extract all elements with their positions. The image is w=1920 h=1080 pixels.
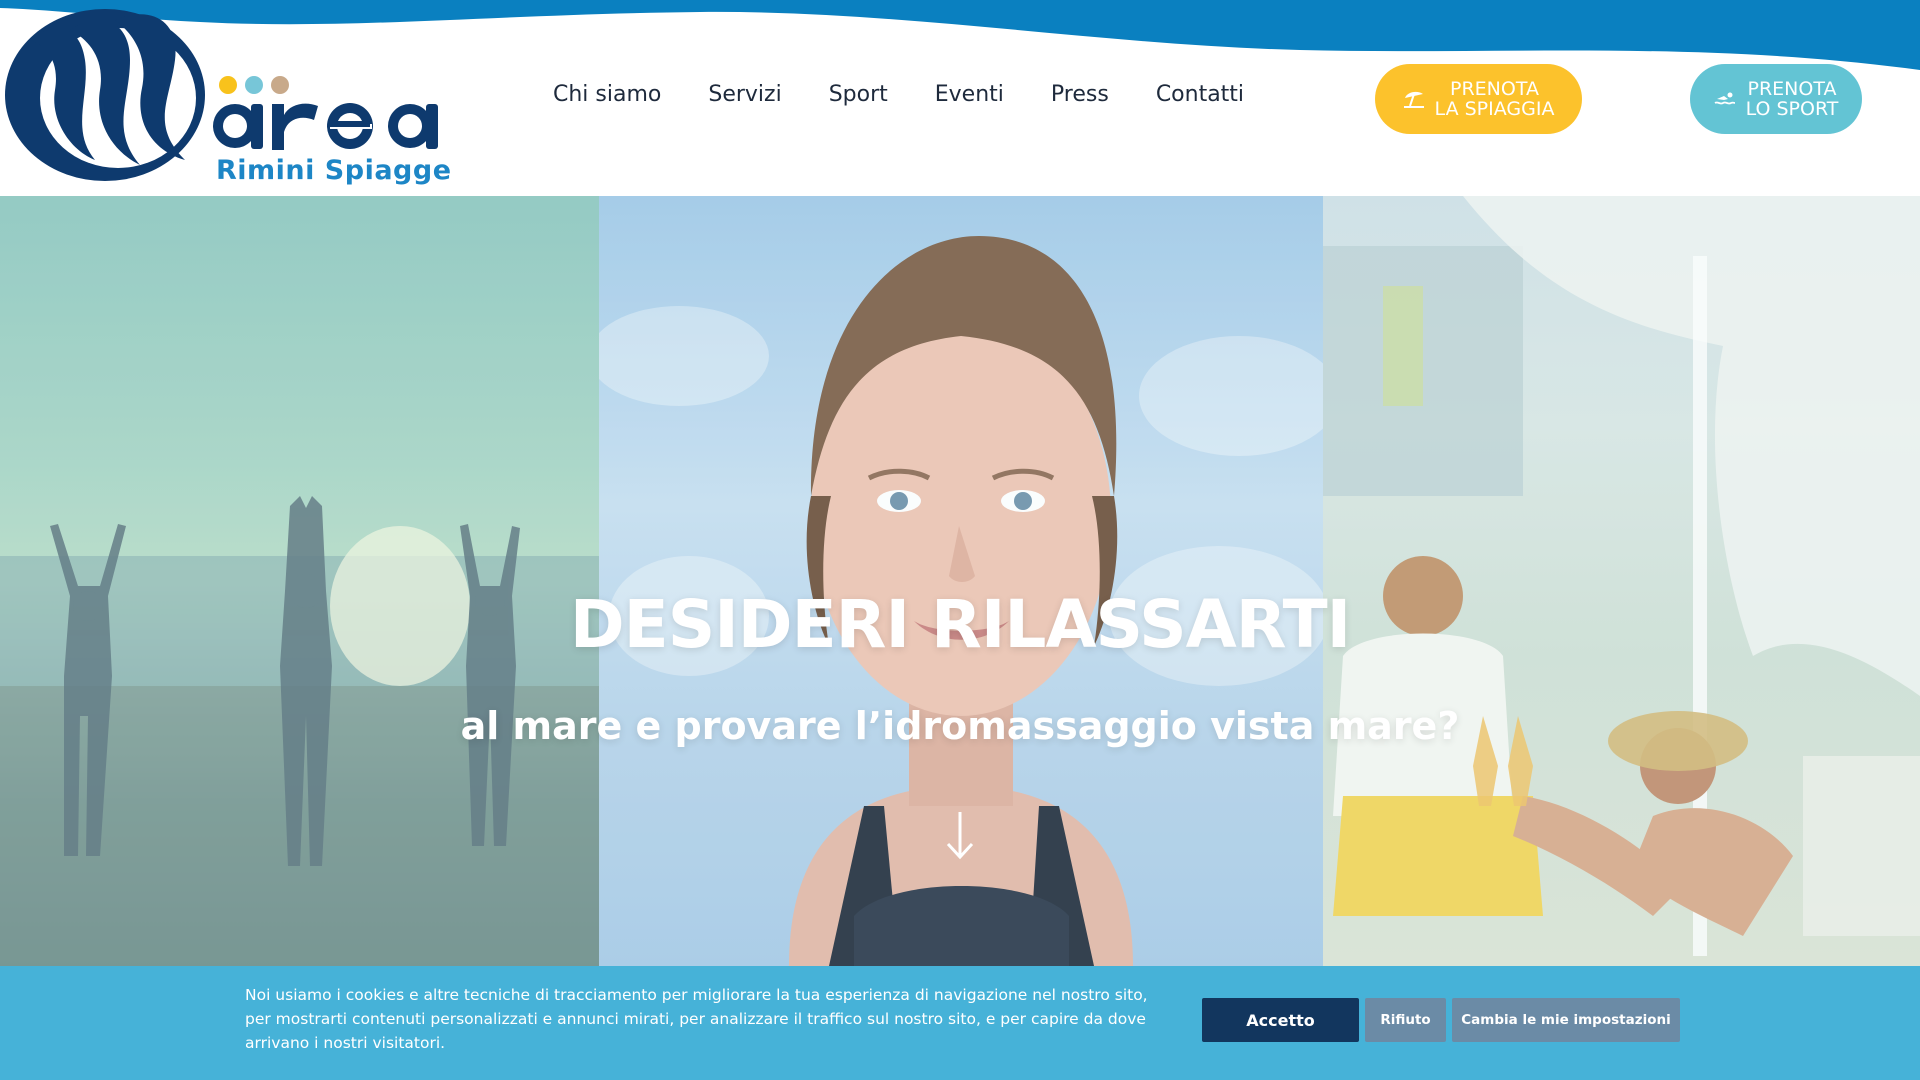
book-sport-button[interactable]: PRENOTA LO SPORT bbox=[1690, 64, 1862, 134]
beach-umbrella-icon bbox=[1403, 91, 1424, 108]
nav-servizi[interactable]: Servizi bbox=[708, 82, 781, 107]
swimmer-icon bbox=[1714, 92, 1735, 105]
nav-chi-siamo[interactable]: Chi siamo bbox=[553, 82, 661, 107]
cookie-banner: Noi usiamo i cookies e altre tecniche di… bbox=[0, 966, 1920, 1080]
book-sport-line2: LO SPORT bbox=[1745, 98, 1839, 120]
hero-subtitle: al mare e provare l’idromassaggio vista … bbox=[460, 704, 1460, 748]
cookie-text: Noi usiamo i cookies e altre tecniche di… bbox=[245, 986, 1148, 1052]
book-beach-line1: PRENOTA bbox=[1450, 78, 1539, 100]
site-header: Rimini Spiagge Chi siamo Servizi Sport E… bbox=[0, 0, 1920, 196]
cookie-accept-button[interactable]: Accetto bbox=[1202, 998, 1359, 1042]
hero-title: DESIDERI RILASSARTI bbox=[569, 586, 1351, 663]
book-sport-line1: PRENOTA bbox=[1747, 78, 1837, 100]
cookie-settings-button[interactable]: Cambia le mie impostazioni bbox=[1452, 998, 1680, 1042]
nav-sport[interactable]: Sport bbox=[829, 82, 888, 107]
book-beach-button[interactable]: PRENOTA LA SPIAGGIA bbox=[1375, 64, 1582, 134]
hero-section: DESIDERI RILASSARTI al mare e provare l’… bbox=[0, 196, 1920, 966]
main-nav: Chi siamo Servizi Sport Eventi Press Con… bbox=[553, 82, 1244, 107]
nav-contatti[interactable]: Contatti bbox=[1156, 82, 1244, 107]
book-beach-line2: LA SPIAGGIA bbox=[1434, 98, 1555, 120]
nav-press[interactable]: Press bbox=[1051, 82, 1109, 107]
arrow-down-icon[interactable] bbox=[940, 808, 980, 862]
logo-subtitle: Rimini Spiagge bbox=[216, 155, 452, 186]
cookie-reject-button[interactable]: Rifiuto bbox=[1365, 998, 1446, 1042]
site-logo[interactable]: Rimini Spiagge bbox=[0, 0, 470, 196]
nav-eventi[interactable]: Eventi bbox=[935, 82, 1004, 107]
